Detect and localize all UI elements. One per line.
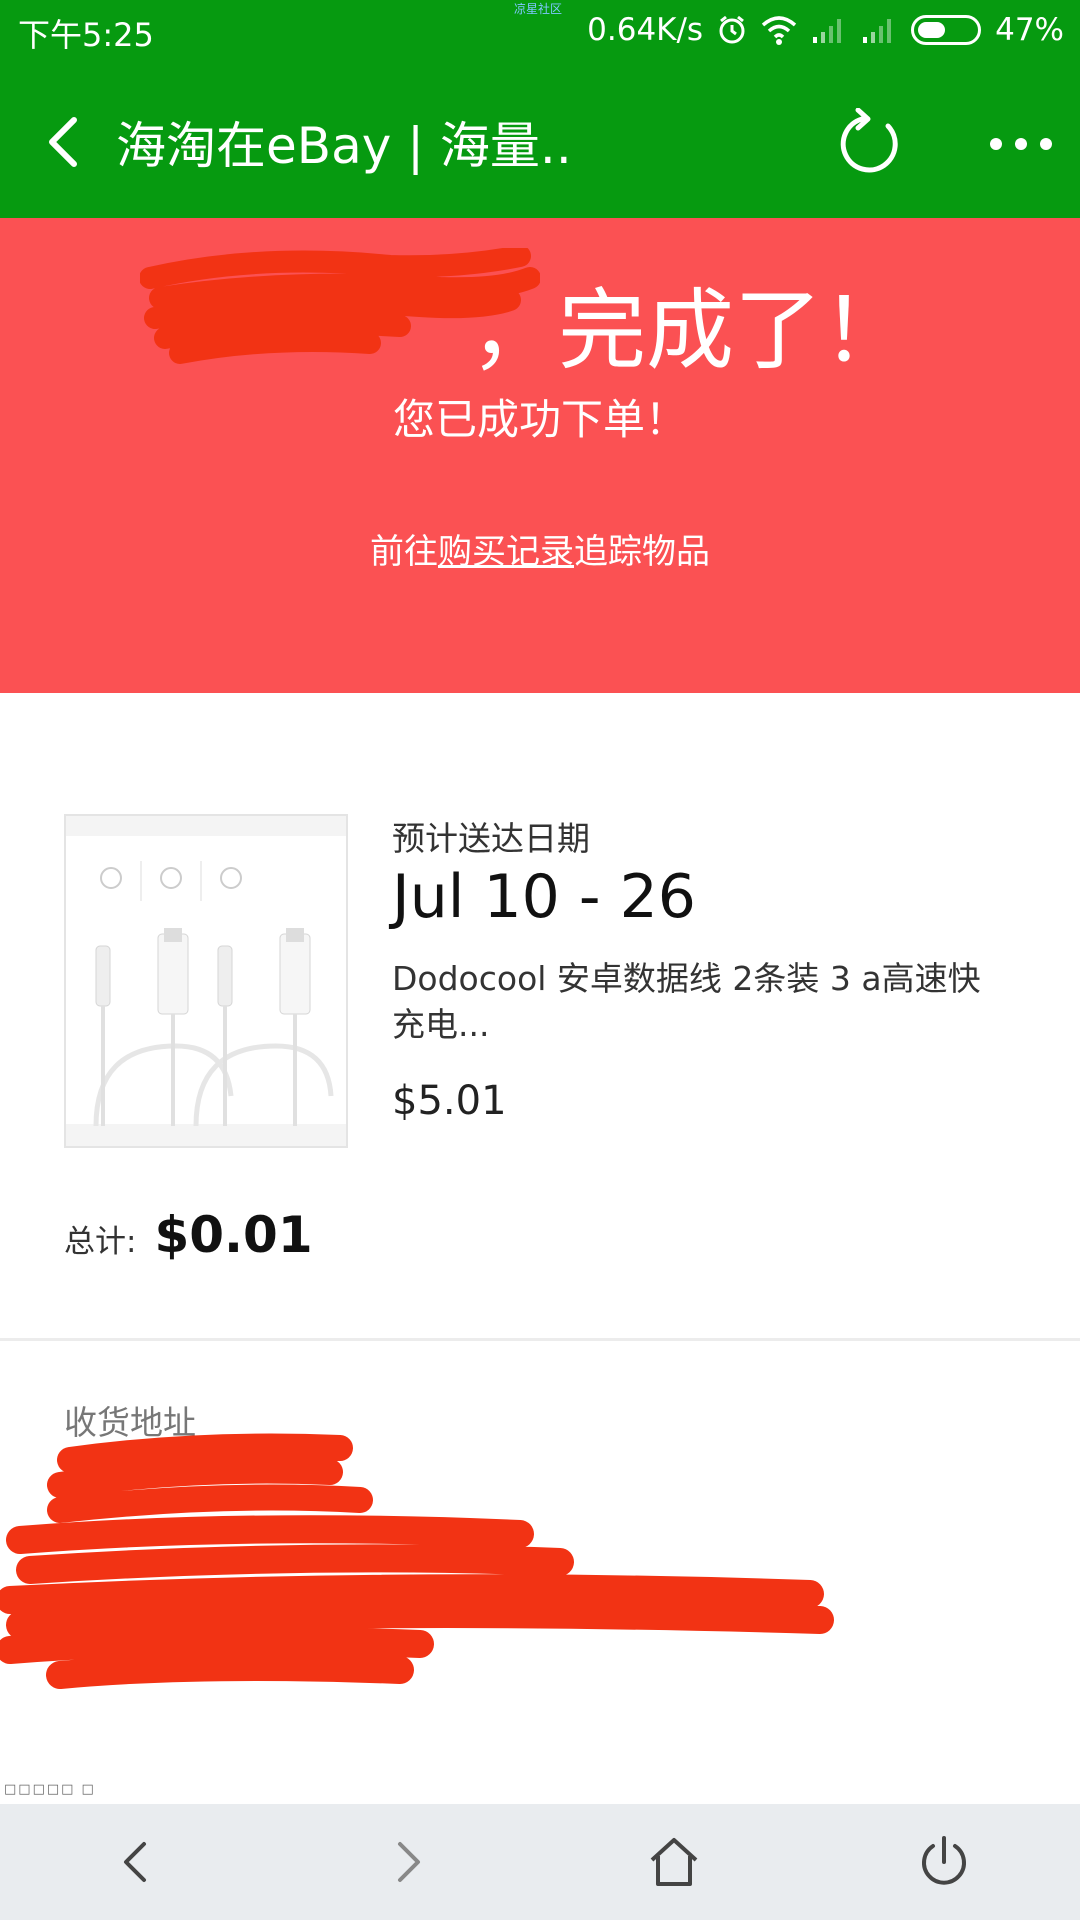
banner-subheading: 您已成功下单！ — [392, 395, 687, 444]
link-prefix: 前往 — [370, 532, 438, 572]
tiny-glyphs: □□□□□ □ — [4, 1782, 96, 1797]
battery-icon — [911, 15, 982, 45]
forward-arrow-icon[interactable] — [378, 1832, 438, 1892]
net-speed: 0.64K/s — [587, 12, 704, 48]
back-icon[interactable] — [40, 114, 90, 170]
status-watermark: 凉星社区 — [514, 2, 563, 16]
page-title: 海淘在eBay | 海量.. — [116, 117, 572, 175]
alarm-icon — [717, 15, 747, 45]
status-bar: 下午5:25 凉星社区 0.64K/s 47% — [0, 0, 1080, 62]
purchase-history-link[interactable]: 购买记录 — [438, 532, 574, 572]
eta-date: Jul 10 - 26 — [392, 862, 696, 932]
product-image[interactable] — [64, 814, 348, 1148]
signal-icon — [811, 15, 847, 45]
bottom-nav — [0, 1804, 1080, 1920]
address-redaction-scribble — [0, 1433, 834, 1689]
eta-label: 预计送达日期 — [392, 819, 590, 858]
power-icon[interactable] — [914, 1832, 974, 1892]
total-row: 总计: $0.01 — [64, 1206, 313, 1264]
redaction-scribble — [140, 248, 540, 364]
title-bar: 海淘在eBay | 海量.. — [0, 62, 1080, 218]
signal-icon — [861, 15, 897, 45]
battery-percent: 47% — [995, 12, 1064, 48]
total-label: 总计: — [64, 1224, 137, 1260]
track-items-line: 前往购买记录追踪物品 — [0, 524, 1080, 573]
item-title[interactable]: Dodocool 安卓数据线 2条装 3 a高速快充电... — [392, 956, 1012, 1048]
refresh-icon[interactable] — [836, 107, 906, 178]
link-suffix: 追踪物品 — [574, 532, 710, 572]
status-time: 下午5:25 — [18, 16, 154, 54]
back-arrow-icon[interactable] — [106, 1832, 166, 1892]
success-banner: ，完成了！ 您已成功下单！ 前往购买记录追踪物品 — [0, 218, 1080, 693]
wifi-icon — [761, 15, 797, 45]
divider — [0, 1338, 1080, 1341]
more-icon[interactable] — [986, 124, 1056, 164]
total-value: $0.01 — [154, 1206, 313, 1264]
status-icons: 0.64K/s 47% — [587, 10, 1064, 50]
item-price: $5.01 — [392, 1078, 507, 1124]
home-icon[interactable] — [644, 1832, 704, 1892]
